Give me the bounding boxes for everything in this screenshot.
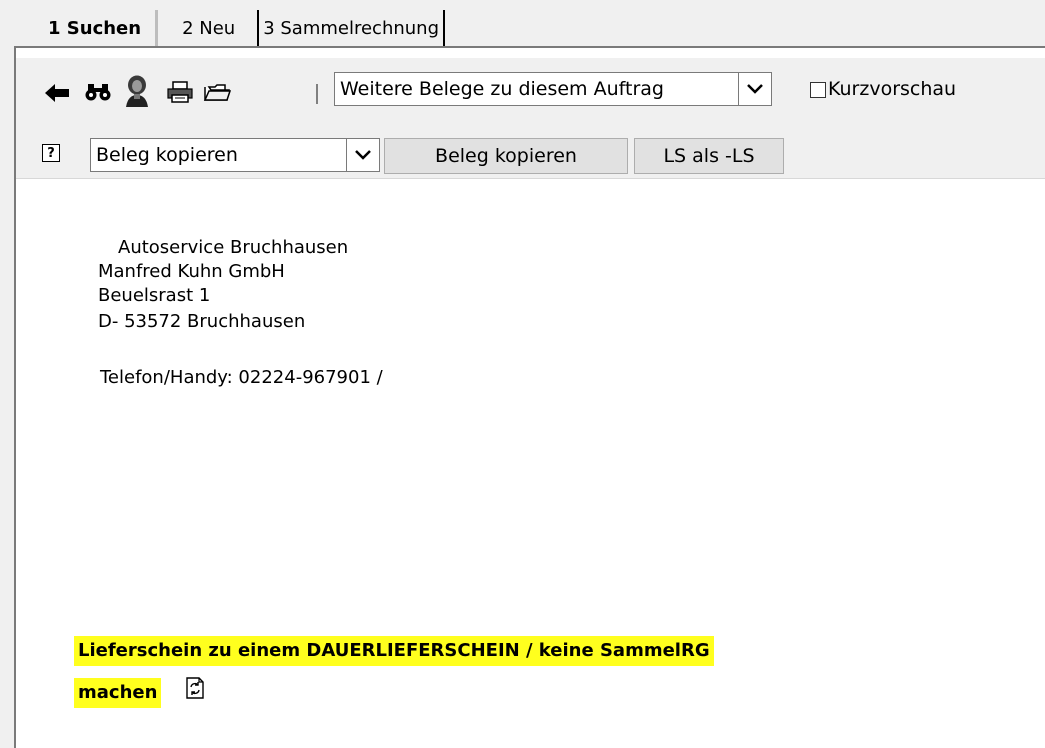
address-line-city: D- 53572 Bruchhausen — [98, 311, 306, 332]
address-line-company: Autoservice Bruchhausen — [118, 237, 349, 258]
tab-strip: 1 Suchen 2 Neu 3 Sammelrechnung — [36, 10, 446, 46]
folder-icon[interactable] — [202, 80, 232, 104]
action-select-value: Beleg kopieren — [96, 144, 238, 166]
person-icon[interactable] — [123, 74, 151, 108]
tab-neu[interactable]: 2 Neu — [158, 10, 257, 46]
chevron-down-icon[interactable] — [738, 73, 771, 105]
document-frame: Weitere Belege zu diesem Auftrag Kurzvor… — [14, 46, 1045, 748]
printer-icon[interactable] — [166, 80, 194, 104]
toolbar-separator — [316, 84, 318, 104]
back-arrow-icon[interactable] — [42, 82, 72, 104]
toolbar: Weitere Belege zu diesem Auftrag Kurzvor… — [16, 58, 1045, 128]
beleg-kopieren-button[interactable]: Beleg kopieren — [384, 138, 628, 174]
belege-select[interactable]: Weitere Belege zu diesem Auftrag — [334, 72, 772, 106]
refresh-document-icon[interactable] — [184, 676, 206, 700]
address-line-street: Beuelsrast 1 — [98, 285, 211, 306]
chevron-down-icon[interactable] — [346, 139, 379, 171]
notice-line-2: machen — [74, 678, 162, 708]
address-line-name: Manfred Kuhn GmbH — [98, 261, 285, 282]
tab-suchen[interactable]: 1 Suchen — [36, 10, 159, 46]
action-select[interactable]: Beleg kopieren — [90, 138, 380, 172]
ls-als-ls-button[interactable]: LS als -LS — [634, 138, 784, 174]
kurzvorschau-checkbox[interactable] — [810, 82, 826, 98]
belege-select-value: Weitere Belege zu diesem Auftrag — [340, 78, 664, 100]
notice-line-1: Lieferschein zu einem DAUERLIEFERSCHEIN … — [74, 636, 714, 666]
kurzvorschau-label: Kurzvorschau — [828, 78, 957, 100]
tab-sammelrechnung[interactable]: 3 Sammelrechnung — [257, 10, 446, 46]
help-icon[interactable]: ? — [42, 144, 60, 162]
phone-line: Telefon/Handy: 02224-967901 / — [100, 367, 383, 388]
binoculars-icon[interactable] — [84, 80, 112, 104]
